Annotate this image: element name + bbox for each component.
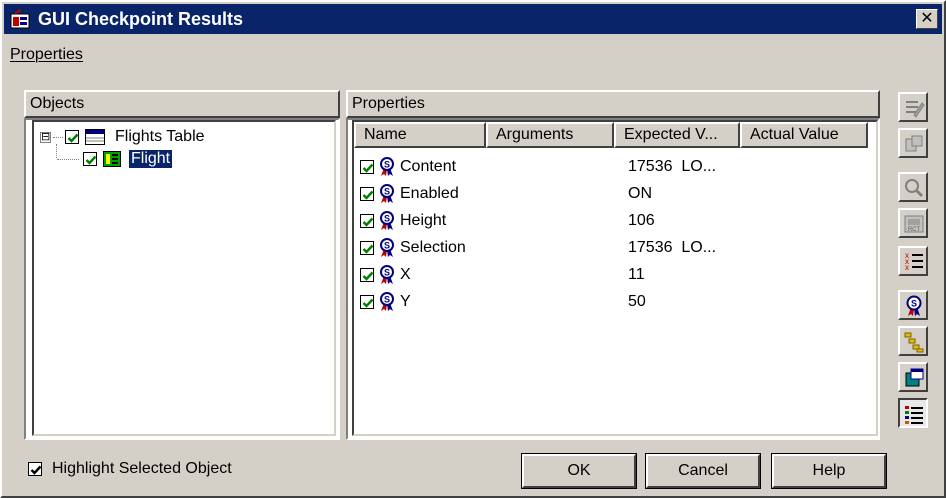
properties-panel: Name Arguments Expected V... Actual Valu… bbox=[346, 118, 880, 440]
property-row-selection[interactable]: S Selection 17536 LO... bbox=[360, 235, 716, 261]
tree-checkbox-flight[interactable] bbox=[83, 152, 97, 166]
property-row-height[interactable]: S Height 106 bbox=[360, 208, 655, 234]
menu-properties[interactable]: Properties bbox=[10, 46, 83, 63]
highlight-selected-object-label: Highlight Selected Object bbox=[52, 460, 232, 477]
capture-button[interactable]: RCT bbox=[898, 208, 928, 238]
help-button[interactable]: Help bbox=[771, 453, 887, 489]
svg-text:RCT: RCT bbox=[908, 227, 921, 233]
compare-icon bbox=[905, 135, 923, 152]
property-ribbon-icon: S bbox=[378, 238, 396, 258]
property-row-x[interactable]: S X 11 bbox=[360, 262, 645, 288]
capture-icon: RCT bbox=[904, 215, 924, 233]
row-checkbox[interactable] bbox=[360, 187, 374, 201]
title-bar[interactable]: GUI Checkpoint Results ✕ bbox=[4, 4, 942, 34]
property-name: Y bbox=[400, 293, 411, 310]
list-object-icon bbox=[103, 151, 121, 167]
tree-node-flights-table[interactable]: ⊟ Flights Table bbox=[40, 126, 205, 148]
zoom-icon bbox=[905, 179, 924, 198]
property-icon: S bbox=[906, 295, 922, 316]
tree-label-flights-table: Flights Table bbox=[115, 128, 205, 145]
property-expected-value: 17536 LO... bbox=[628, 158, 717, 175]
property-expected-value: 17536 LO... bbox=[628, 239, 717, 256]
column-headers: Name Arguments Expected V... Actual Valu… bbox=[354, 122, 876, 148]
row-checkbox[interactable] bbox=[360, 214, 374, 228]
objects-header: Objects bbox=[24, 90, 340, 118]
property-ribbon-icon: S bbox=[378, 211, 396, 231]
svg-text:S: S bbox=[911, 299, 917, 309]
property-name: Selection bbox=[400, 239, 466, 256]
tree-view-button[interactable] bbox=[898, 326, 928, 356]
window-title: GUI Checkpoint Results bbox=[38, 9, 244, 29]
compare-button[interactable] bbox=[898, 128, 928, 158]
row-checkbox[interactable] bbox=[360, 295, 374, 309]
property-ribbon-icon: S bbox=[378, 184, 396, 204]
column-header-actual-value[interactable]: Actual Value bbox=[740, 122, 868, 148]
check-list-button[interactable]: x x x bbox=[898, 246, 928, 276]
property-row-y[interactable]: S Y 50 bbox=[360, 289, 646, 315]
row-checkbox[interactable] bbox=[360, 241, 374, 255]
highlight-selected-object-option[interactable]: Highlight Selected Object bbox=[28, 460, 232, 478]
menu-bar: Properties bbox=[10, 46, 83, 64]
edit-expected-icon bbox=[906, 101, 925, 118]
collapse-icon[interactable]: ⊟ bbox=[40, 131, 51, 143]
property-row-content[interactable]: S Content 17536 LO... bbox=[360, 154, 716, 180]
window-button[interactable] bbox=[898, 362, 928, 392]
list-view-icon bbox=[905, 406, 923, 424]
tree-node-flight[interactable]: Flight bbox=[56, 144, 174, 170]
property-expected-value: 50 bbox=[628, 293, 646, 310]
column-header-expected-value[interactable]: Expected V... bbox=[614, 122, 740, 148]
check-list-icon: x x x bbox=[905, 251, 923, 272]
row-checkbox[interactable] bbox=[360, 160, 374, 174]
column-header-name[interactable]: Name bbox=[354, 122, 486, 148]
property-expected-value: ON bbox=[628, 185, 652, 202]
close-icon: ✕ bbox=[920, 10, 934, 27]
property-ribbon-icon: S bbox=[378, 157, 396, 177]
column-header-arguments[interactable]: Arguments bbox=[486, 122, 614, 148]
table-icon bbox=[85, 129, 105, 145]
svg-text:x: x bbox=[905, 263, 909, 272]
tree-view-icon bbox=[904, 332, 924, 353]
list-view-button[interactable] bbox=[898, 398, 928, 428]
app-icon bbox=[10, 8, 32, 30]
property-name: Content bbox=[400, 158, 457, 175]
svg-text:S: S bbox=[384, 295, 390, 305]
properties-header: Properties bbox=[346, 90, 880, 118]
tree-label-flight: Flight bbox=[127, 149, 174, 169]
highlight-selected-object-checkbox[interactable] bbox=[28, 462, 42, 476]
property-row-enabled[interactable]: S Enabled ON bbox=[360, 181, 652, 207]
svg-text:S: S bbox=[384, 187, 390, 197]
property-name: Height bbox=[400, 212, 447, 229]
objects-tree[interactable]: ⊟ Flights Table Flight bbox=[32, 120, 336, 436]
objects-panel: ⊟ Flights Table Flight bbox=[24, 118, 340, 440]
property-expected-value: 106 bbox=[628, 212, 655, 229]
edit-expected-value-button[interactable] bbox=[898, 92, 928, 122]
row-checkbox[interactable] bbox=[360, 268, 374, 282]
property-ribbon-icon: S bbox=[378, 292, 396, 312]
property-button[interactable]: S bbox=[898, 290, 928, 320]
svg-text:S: S bbox=[384, 160, 390, 170]
close-button[interactable]: ✕ bbox=[916, 9, 938, 29]
cancel-button[interactable]: Cancel bbox=[645, 453, 761, 489]
properties-list[interactable]: Name Arguments Expected V... Actual Valu… bbox=[352, 120, 878, 436]
property-name: Enabled bbox=[400, 185, 459, 202]
svg-text:S: S bbox=[384, 241, 390, 251]
property-name: X bbox=[400, 266, 411, 283]
zoom-button[interactable] bbox=[898, 172, 928, 202]
ok-button[interactable]: OK bbox=[521, 453, 637, 489]
property-ribbon-icon: S bbox=[378, 265, 396, 285]
gui-checkpoint-results-dialog: GUI Checkpoint Results ✕ Properties Obje… bbox=[0, 0, 946, 498]
svg-text:S: S bbox=[384, 214, 390, 224]
property-expected-value: 11 bbox=[628, 266, 645, 283]
tree-checkbox-flights-table[interactable] bbox=[65, 130, 79, 144]
window-icon bbox=[905, 368, 924, 387]
svg-text:S: S bbox=[384, 268, 390, 278]
